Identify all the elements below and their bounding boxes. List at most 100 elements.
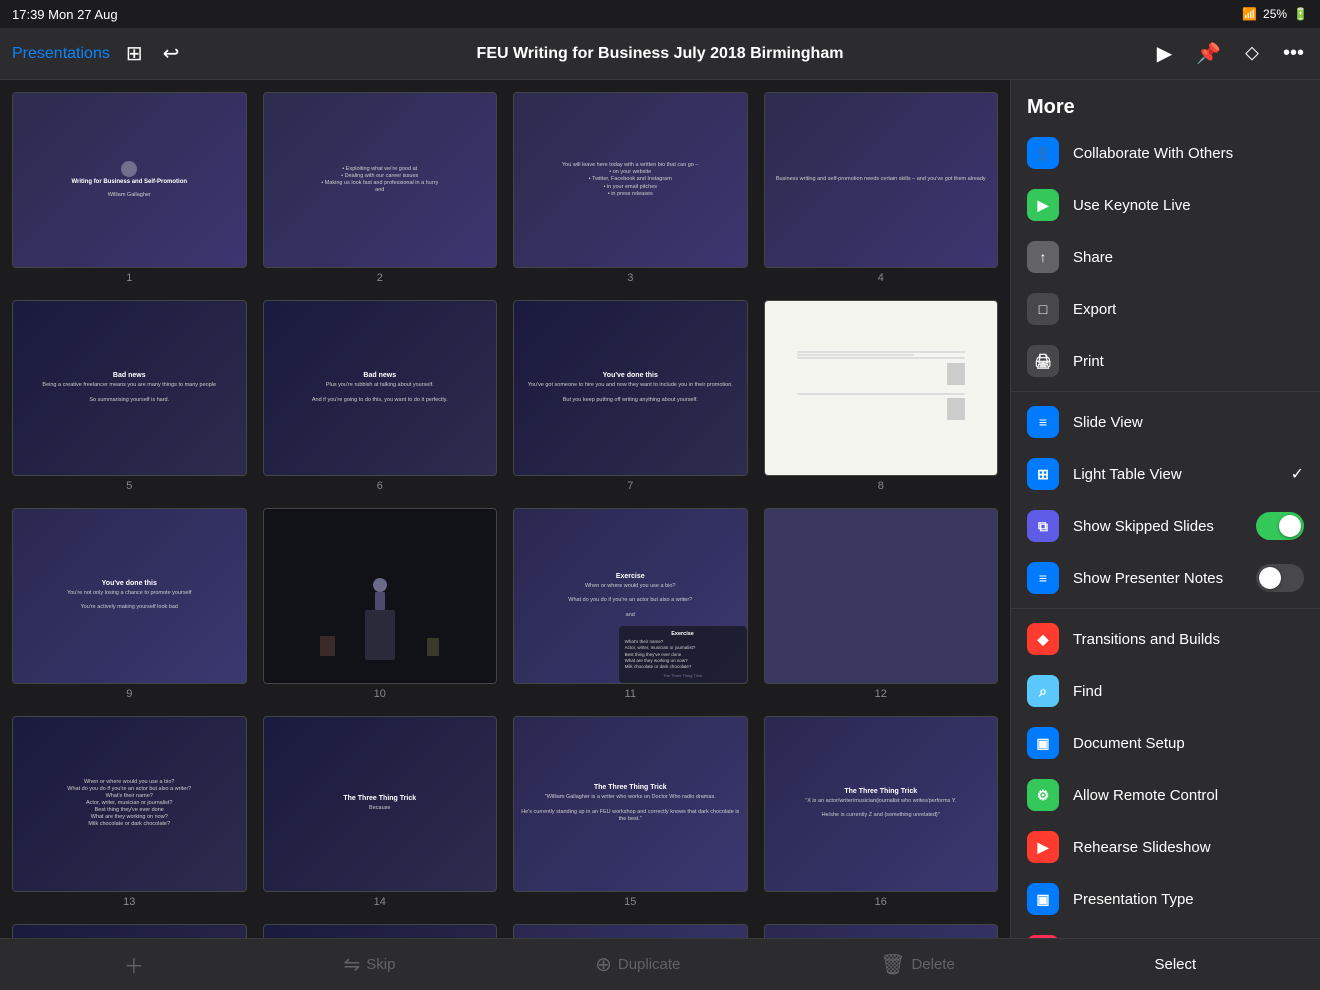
slide-thumbnail[interactable]: Writing for Business and Self-Promotion … (12, 92, 247, 268)
slide-content: You've done thisYou've got someone to hi… (514, 301, 747, 475)
transitions-icon: ◆ (1027, 623, 1059, 655)
wifi-icon: 📶 (1242, 7, 1257, 21)
slide-item[interactable]: Bad newsBeing a creative freelancer mean… (12, 300, 247, 492)
main-area: Writing for Business and Self-Promotion … (0, 80, 1320, 938)
menu-item-keynote-live[interactable]: ▶Use Keynote Live (1011, 179, 1320, 231)
slide-thumbnail[interactable]: You've done thisYou're not only losing a… (12, 508, 247, 684)
slide-thumbnail[interactable] (263, 508, 498, 684)
duplicate-button[interactable]: ⊕ Duplicate (595, 952, 680, 977)
document-title: FEU Writing for Business July 2018 Birmi… (477, 45, 844, 63)
toolbar-right: ▶ 📌 ⬦ ••• (1153, 37, 1308, 70)
rehearse-label: Rehearse Slideshow (1073, 839, 1304, 856)
slide-thumbnail[interactable]: The Three Thing Trick• Write in the thir… (12, 924, 247, 939)
slide-item[interactable]: The Three Thing Trick"William Gallagher … (513, 716, 748, 908)
menu-item-collaborate[interactable]: 👤 Collaborate With Others (1011, 127, 1320, 179)
pres-type-icon: ▣ (1027, 883, 1059, 915)
slide-item[interactable]: The Three Thing RuleBecauseThis...18 (263, 924, 498, 939)
collaborate-label: Collaborate With Others (1073, 145, 1304, 162)
slide-item[interactable]: 12 (764, 508, 999, 700)
slide-item[interactable]: • Exploiting what we're good at• Dealing… (263, 92, 498, 284)
slide-thumbnail[interactable]: The Three Thing Trick"William Gallagher … (513, 716, 748, 892)
slide-item[interactable]: Bad newsPlus you're rubbish at talking a… (263, 300, 498, 492)
select-button[interactable]: Select (1154, 956, 1196, 973)
slide-item[interactable]: You've done thisYou're not only losing a… (12, 508, 247, 700)
menu-item-share[interactable]: ↑Share (1011, 231, 1320, 283)
menu-item-show-skipped[interactable]: ⧉Show Skipped Slides (1011, 500, 1320, 552)
slide-thumbnail[interactable]: You will leave here today with a written… (513, 92, 748, 268)
undo-button[interactable]: ↩ (159, 37, 184, 70)
duplicate-label: Duplicate (618, 956, 681, 973)
menu-item-pres-type[interactable]: ▣Presentation Type (1011, 873, 1320, 925)
add-slide-button[interactable]: ＋ (124, 950, 144, 979)
slide-thumbnail[interactable]: • Exploiting what we're good at• Dealing… (263, 92, 498, 268)
slide-thumbnail[interactable]: The Dreaded PhotoYou have to have one. S… (513, 924, 748, 939)
show-skipped-toggle-knob (1279, 515, 1301, 537)
menu-item-transitions[interactable]: ◆ Transitions and Builds (1011, 613, 1320, 665)
status-bar: 17:39 Mon 27 Aug 📶 25% 🔋 (0, 0, 1320, 28)
back-button[interactable]: Presentations (12, 45, 110, 63)
slide-number: 15 (624, 896, 636, 908)
show-notes-toggle[interactable] (1256, 564, 1304, 592)
slide-number: 13 (123, 896, 135, 908)
light-table-check: ✓ (1291, 464, 1304, 484)
slide-item[interactable]: The Three Thing Trick"X is an actor/writ… (764, 716, 999, 908)
menu-item-find[interactable]: ⌕Find (1011, 665, 1320, 717)
slide-content: You will leave here today with a written… (514, 93, 747, 267)
transitions-label: Transitions and Builds (1073, 631, 1304, 648)
play-button[interactable]: ▶ (1153, 37, 1176, 70)
slide-item[interactable]: The Three Thing TrickBecause14 (263, 716, 498, 908)
slide-thumbnail[interactable]: ExerciseWhen or where would you use a bi… (513, 508, 748, 684)
slide-item[interactable]: Writing for Business and Self-Promotion … (12, 92, 247, 284)
menu-item-soundtrack[interactable]: ♪Soundtrack (1011, 925, 1320, 938)
share-button[interactable]: ⬦ (1241, 38, 1263, 69)
slide-thumbnail[interactable]: The Three Thing TrickBecause (263, 716, 498, 892)
slide-item[interactable]: 10 (263, 508, 498, 700)
remote-icon: ⚙ (1027, 779, 1059, 811)
show-notes-icon: ≡ (1027, 562, 1059, 594)
more-button[interactable]: ••• (1279, 38, 1308, 69)
light-table-label: Light Table View (1073, 466, 1277, 483)
slide-thumbnail[interactable]: The BioNot having one is damagingWriting… (764, 924, 999, 939)
slide-item[interactable]: The Dreaded PhotoYou have to have one. S… (513, 924, 748, 939)
slide-thumbnail[interactable]: Bad newsPlus you're rubbish at talking a… (263, 300, 498, 476)
slide-item[interactable]: When or where would you use a bio?What d… (12, 716, 247, 908)
delete-button[interactable]: 🗑 Delete (880, 952, 955, 977)
print-label: Print (1073, 353, 1304, 370)
menu-items-container: 👤 Collaborate With Others ▶Use Keynote Liv… (1011, 127, 1320, 938)
skip-button[interactable]: ⇋ Skip (343, 952, 395, 977)
slide-thumbnail[interactable]: The Three Thing RuleBecauseThis... (263, 924, 498, 939)
slide-item[interactable]: 8 (764, 300, 999, 492)
slides-grid[interactable]: Writing for Business and Self-Promotion … (0, 80, 1010, 938)
menu-item-show-notes[interactable]: ≡Show Presenter Notes (1011, 552, 1320, 604)
slide-item[interactable]: You will leave here today with a written… (513, 92, 748, 284)
slide-item[interactable]: The BioNot having one is damagingWriting… (764, 924, 999, 939)
menu-item-light-table[interactable]: ⊞Light Table View✓ (1011, 448, 1320, 500)
menu-item-remote[interactable]: ⚙ Allow Remote Control (1011, 769, 1320, 821)
toolbar: Presentations ⊞ ↩ FEU Writing for Busine… (0, 28, 1320, 80)
more-icon: ••• (1283, 42, 1304, 65)
slide-item[interactable]: Business writing and self-promotion need… (764, 92, 999, 284)
slide-number: 8 (878, 480, 884, 492)
menu-item-rehearse[interactable]: ▶Rehearse Slideshow (1011, 821, 1320, 873)
collaborate-button[interactable]: 📌 (1192, 37, 1225, 70)
slide-item[interactable]: ExerciseWhen or where would you use a bi… (513, 508, 748, 700)
slide-thumbnail[interactable]: Bad newsBeing a creative freelancer mean… (12, 300, 247, 476)
slide-content: Bad newsBeing a creative freelancer mean… (13, 301, 246, 475)
grid-view-button[interactable]: ⊞ (122, 37, 147, 70)
battery-icon: 🔋 (1293, 7, 1308, 21)
slide-thumbnail[interactable]: When or where would you use a bio?What d… (12, 716, 247, 892)
menu-item-doc-setup[interactable]: ▣Document Setup (1011, 717, 1320, 769)
slide-thumbnail[interactable]: Business writing and self-promotion need… (764, 92, 999, 268)
slide-thumbnail[interactable]: You've done thisYou've got someone to hi… (513, 300, 748, 476)
remote-label: Allow Remote Control (1073, 787, 1304, 804)
menu-item-export[interactable]: □Export (1011, 283, 1320, 335)
show-skipped-toggle[interactable] (1256, 512, 1304, 540)
slide-thumbnail[interactable] (764, 300, 999, 476)
menu-item-print[interactable]: 🖨Print (1011, 335, 1320, 387)
slide-item[interactable]: The Three Thing Trick• Write in the thir… (12, 924, 247, 939)
slide-thumbnail[interactable] (764, 508, 999, 684)
slide-item[interactable]: You've done thisYou've got someone to hi… (513, 300, 748, 492)
slide-thumbnail[interactable]: The Three Thing Trick"X is an actor/writ… (764, 716, 999, 892)
collaborate-icon: 👤 (1027, 137, 1059, 169)
menu-item-slide-view[interactable]: ≡Slide View (1011, 396, 1320, 448)
